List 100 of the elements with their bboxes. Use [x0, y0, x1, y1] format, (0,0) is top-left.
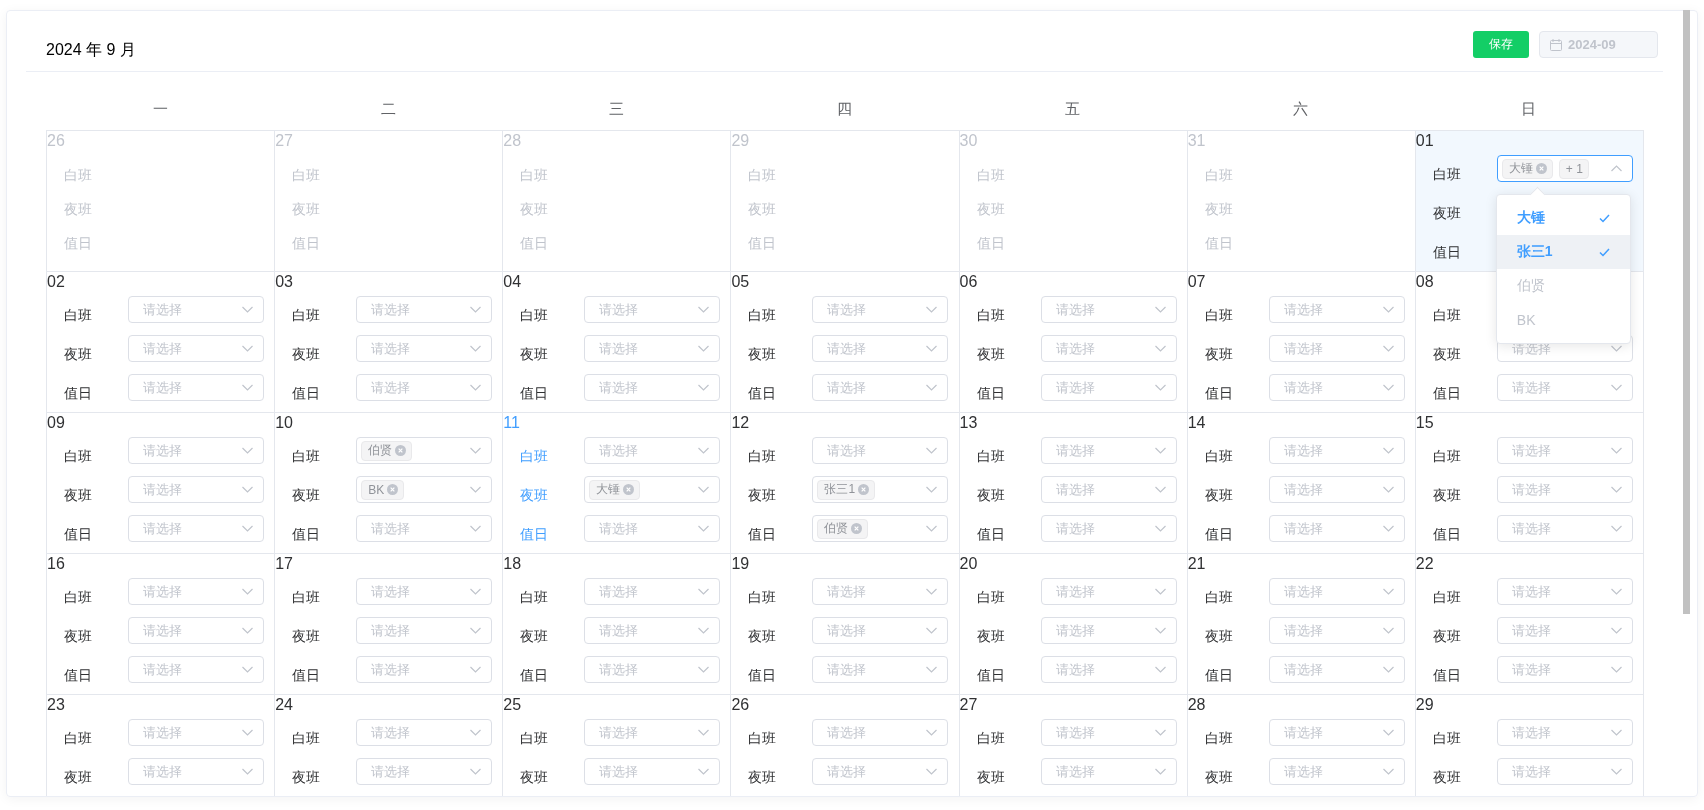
- day-cell[interactable]: 15 白班 请选择 夜班 请选择 值日 请选择: [1415, 413, 1644, 554]
- day-cell[interactable]: 10 白班 伯贤 夜班 BK 值日 请选择: [275, 413, 504, 554]
- select-field[interactable]: 请选择: [1496, 374, 1633, 401]
- select-input[interactable]: 请选择: [1045, 764, 1149, 779]
- select-field[interactable]: 请选择: [1496, 656, 1633, 683]
- select-input[interactable]: 请选择: [361, 662, 465, 677]
- select-input[interactable]: 请选择: [1501, 623, 1605, 638]
- select-input[interactable]: 请选择: [1501, 764, 1605, 779]
- close-icon[interactable]: [395, 445, 407, 456]
- day-cell[interactable]: 02 白班 请选择 夜班 请选择 值日 请选择: [47, 272, 276, 413]
- select-input[interactable]: 请选择: [1273, 623, 1377, 638]
- select-field[interactable]: 请选择: [1268, 758, 1405, 785]
- close-icon[interactable]: [851, 523, 863, 534]
- select-field[interactable]: 请选择: [584, 335, 721, 362]
- select-input[interactable]: 请选择: [133, 521, 236, 536]
- close-icon[interactable]: [1535, 163, 1547, 174]
- select-field[interactable]: 请选择: [1268, 578, 1405, 605]
- select-field[interactable]: 请选择: [584, 617, 721, 644]
- select-field[interactable]: 请选择: [1040, 374, 1177, 401]
- select-field[interactable]: 请选择: [1268, 374, 1405, 401]
- day-cell[interactable]: 26 白班 请选择 夜班 请选择: [731, 695, 960, 796]
- select-field[interactable]: 请选择: [1496, 515, 1633, 542]
- select-input[interactable]: 请选择: [1045, 443, 1149, 458]
- select-field[interactable]: 请选择: [128, 719, 264, 746]
- select-input[interactable]: 请选择: [817, 584, 921, 599]
- select-field[interactable]: 请选择: [584, 515, 721, 542]
- day-cell[interactable]: 05 白班 请选择 夜班 请选择 值日 请选择: [731, 272, 960, 413]
- select-field[interactable]: 请选择: [812, 758, 949, 785]
- select-input[interactable]: 请选择: [133, 341, 236, 356]
- select-field[interactable]: 请选择: [1268, 719, 1405, 746]
- select-field[interactable]: 请选择: [1496, 617, 1633, 644]
- select-input[interactable]: 请选择: [1501, 443, 1605, 458]
- select-input[interactable]: 请选择: [817, 725, 921, 740]
- day-cell[interactable]: 18 白班 请选择 夜班 请选择 值日 请选择: [503, 554, 732, 695]
- select-input[interactable]: 请选择: [1273, 764, 1377, 779]
- select-input[interactable]: 请选择: [1501, 482, 1605, 497]
- select-field[interactable]: 请选择: [128, 758, 264, 785]
- select-input[interactable]: 请选择: [589, 662, 693, 677]
- day-cell[interactable]: 21 白班 请选择 夜班 请选择 值日 请选择: [1187, 554, 1416, 695]
- select-input[interactable]: 请选择: [361, 725, 465, 740]
- select-input[interactable]: 请选择: [133, 380, 236, 395]
- select-field[interactable]: 请选择: [1268, 515, 1405, 542]
- select-field[interactable]: 请选择: [128, 296, 264, 323]
- select-input[interactable]: 请选择: [361, 521, 465, 536]
- close-icon[interactable]: [623, 484, 635, 495]
- day-cell[interactable]: 29 白班 请选择 夜班 请选择: [1415, 695, 1644, 796]
- select-input[interactable]: 请选择: [589, 443, 693, 458]
- day-cell[interactable]: 09 白班 请选择 夜班 请选择 值日 请选择: [47, 413, 276, 554]
- select-input[interactable]: 请选择: [589, 725, 693, 740]
- select-field[interactable]: 请选择: [1268, 437, 1405, 464]
- select-field[interactable]: 请选择: [1496, 758, 1633, 785]
- day-cell[interactable]: 17 白班 请选择 夜班 请选择 值日 请选择: [275, 554, 504, 695]
- select-field[interactable]: 请选择: [1040, 515, 1177, 542]
- select-field[interactable]: 请选择: [812, 437, 949, 464]
- select-input[interactable]: 请选择: [361, 341, 465, 356]
- select-field[interactable]: 请选择: [1040, 335, 1177, 362]
- select-field[interactable]: 请选择: [812, 656, 949, 683]
- select-input[interactable]: 请选择: [589, 764, 693, 779]
- select-field[interactable]: 请选择: [584, 758, 721, 785]
- day-cell[interactable]: 25 白班 请选择 夜班 请选择: [503, 695, 732, 796]
- select-input[interactable]: 请选择: [1273, 482, 1377, 497]
- select-input[interactable]: 请选择: [1273, 443, 1377, 458]
- select-field[interactable]: 请选择: [584, 437, 721, 464]
- select-field[interactable]: 请选择: [356, 515, 493, 542]
- day-cell[interactable]: 20 白班 请选择 夜班 请选择 值日 请选择: [959, 554, 1188, 695]
- select-field[interactable]: 请选择: [356, 296, 493, 323]
- select-input[interactable]: 请选择: [1273, 725, 1377, 740]
- select-field[interactable]: 请选择: [1040, 617, 1177, 644]
- select-field[interactable]: 请选择: [128, 476, 264, 503]
- select-field[interactable]: 请选择: [1040, 476, 1177, 503]
- select-input[interactable]: 请选择: [133, 482, 236, 497]
- select-field[interactable]: 请选择: [584, 719, 721, 746]
- select-input[interactable]: 请选择: [133, 725, 236, 740]
- select-field[interactable]: 请选择: [356, 578, 493, 605]
- select-input[interactable]: 请选择: [1045, 521, 1149, 536]
- select-input[interactable]: 请选择: [1045, 341, 1149, 356]
- day-cell[interactable]: 16 白班 请选择 夜班 请选择 值日 请选择: [47, 554, 276, 695]
- select-field[interactable]: 请选择: [812, 719, 949, 746]
- select-input[interactable]: 请选择: [1501, 380, 1605, 395]
- select-input[interactable]: 请选择: [589, 380, 693, 395]
- select-field[interactable]: 请选择: [1496, 719, 1633, 746]
- day-cell[interactable]: 06 白班 请选择 夜班 请选择 值日 请选择: [959, 272, 1188, 413]
- select-field[interactable]: 请选择: [1268, 296, 1405, 323]
- select-field[interactable]: 请选择: [1040, 758, 1177, 785]
- select-field[interactable]: 请选择: [1268, 617, 1405, 644]
- select-field[interactable]: 请选择: [812, 617, 949, 644]
- select-field[interactable]: 请选择: [128, 374, 264, 401]
- select-field[interactable]: 请选择: [1040, 578, 1177, 605]
- select-input[interactable]: 请选择: [1273, 380, 1377, 395]
- select-input[interactable]: 请选择: [361, 764, 465, 779]
- select-input[interactable]: 请选择: [133, 302, 236, 317]
- day-cell[interactable]: 03 白班 请选择 夜班 请选择 值日 请选择: [275, 272, 504, 413]
- select-field[interactable]: 请选择: [128, 617, 264, 644]
- select-field[interactable]: 请选择: [812, 335, 949, 362]
- day-cell[interactable]: 23 白班 请选择 夜班 请选择: [47, 695, 276, 796]
- select-input[interactable]: 请选择: [133, 584, 236, 599]
- select-input[interactable]: 请选择: [817, 623, 921, 638]
- select-field[interactable]: 请选择: [128, 515, 264, 542]
- select-field[interactable]: 请选择: [356, 374, 493, 401]
- select-input[interactable]: 请选择: [1273, 584, 1377, 599]
